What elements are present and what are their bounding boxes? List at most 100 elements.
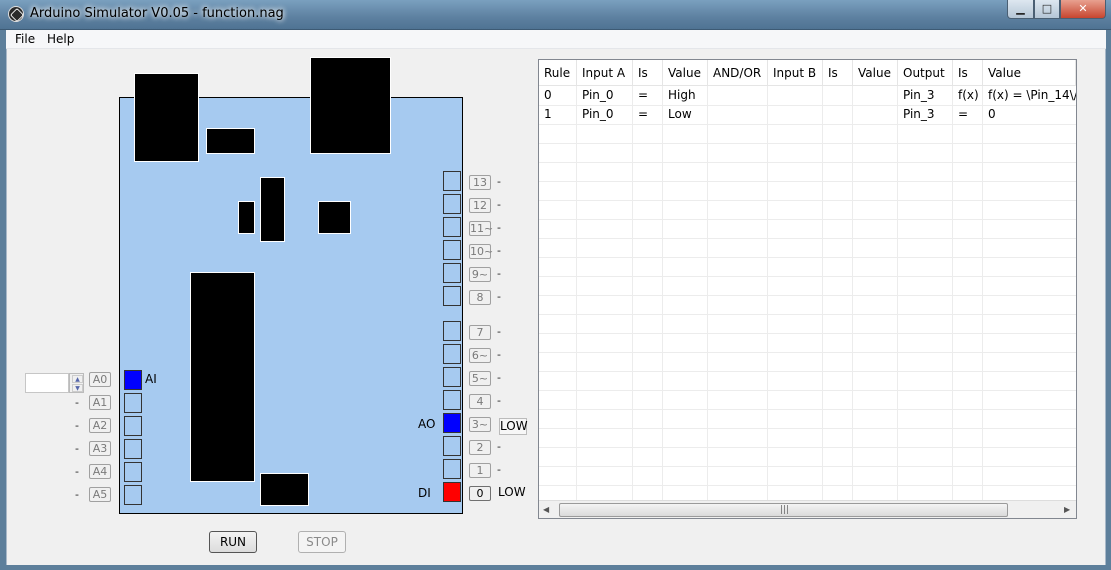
close-button[interactable]: ✕ [1060,0,1106,19]
table-cell[interactable]: = [633,86,663,105]
voltage-regulator [206,128,255,154]
minimize-button[interactable]: ▁ [1007,0,1034,19]
horizontal-scrollbar[interactable]: ◀ ||| ▶ [539,500,1076,518]
title-bar[interactable]: Arduino Simulator V0.05 - function.nag ▁… [0,0,1111,30]
column-header[interactable]: AND/OR [708,60,768,86]
analog-pin-label: A0 [89,372,111,387]
analog-pin-box[interactable] [124,439,142,459]
microcontroller-chip [190,272,255,482]
table-cell[interactable]: Pin_0 [577,86,633,105]
scroll-thumb[interactable]: ||| [559,503,1008,517]
analog-pin-box[interactable] [124,462,142,482]
digital-pin-box[interactable] [443,459,461,479]
grid-row-line [539,200,1076,201]
table-cell[interactable] [823,105,853,124]
table-cell[interactable] [708,86,768,105]
analog-pin-box[interactable] [124,370,142,390]
column-header[interactable]: Input A [577,60,633,86]
stop-button[interactable]: STOP [298,531,346,553]
digital-pin-box[interactable] [443,286,461,306]
analog-pin-label: A4 [89,464,111,479]
table-cell[interactable] [708,105,768,124]
spin-down-icon[interactable]: ▼ [72,384,83,392]
grid-column-line [576,86,577,500]
small-chip [318,201,351,234]
column-header[interactable]: Value [983,60,1076,86]
table-cell[interactable]: Pin_3 [898,105,953,124]
table-cell[interactable]: 1 [539,105,577,124]
table-cell[interactable]: Low [663,105,708,124]
table-cell[interactable]: Pin_0 [577,105,633,124]
di-label: DI [418,486,431,500]
capacitor [238,201,255,234]
digital-pin-label: 5~ [469,371,491,386]
analog-pin-box[interactable] [124,393,142,413]
table-cell[interactable]: 0 [983,105,1076,124]
digital-pin-status: - [497,463,501,476]
menu-file[interactable]: File [11,32,39,48]
digital-pin-box[interactable] [443,344,461,364]
digital-pin-status: - [497,198,501,211]
scroll-right-icon[interactable]: ▶ [1064,505,1070,514]
column-header[interactable]: Is [633,60,663,86]
digital-pin-label: 8 [469,290,491,305]
table-cell[interactable] [853,86,898,105]
table-cell[interactable]: f(x) [953,86,983,105]
grid-row-line [539,162,1076,163]
table-cell[interactable] [823,86,853,105]
analog-pin-box[interactable] [124,485,142,505]
table-cell[interactable]: Pin_3 [898,86,953,105]
digital-pin-status: - [497,348,501,361]
grid-row-line [539,447,1076,448]
digital-pin-status: - [497,267,501,280]
rules-table[interactable]: 0Pin_0=HighPin_3f(x)f(x) = \Pin_14\/\21P… [538,59,1077,519]
column-header[interactable]: Is [823,60,853,86]
digital-pin-box[interactable] [443,436,461,456]
table-cell[interactable] [768,105,823,124]
digital-pin-label: 4 [469,394,491,409]
column-header[interactable]: Is [953,60,983,86]
digital-pin-status: - [497,290,501,303]
table-cell[interactable] [768,86,823,105]
grid-column-line [707,86,708,500]
digital-pin-box[interactable] [443,413,461,433]
analog-pin-box[interactable] [124,416,142,436]
grid-row-line [539,219,1076,220]
run-button[interactable]: RUN [209,531,257,553]
digital-pin-box[interactable] [443,217,461,237]
menu-help[interactable]: Help [43,32,78,48]
digital-pin-label: 2 [469,440,491,455]
digital-pin-box[interactable] [443,390,461,410]
spin-up-icon[interactable]: ▲ [72,375,83,383]
scroll-grip-icon: ||| [780,505,790,515]
maximize-button[interactable]: □ [1034,0,1060,19]
table-cell[interactable]: 0 [539,86,577,105]
ao-value-display: LOW [499,418,528,435]
table-cell[interactable]: = [953,105,983,124]
table-cell[interactable] [853,105,898,124]
digital-pin-box[interactable] [443,240,461,260]
menu-bar [6,30,1106,49]
column-header[interactable]: Rule [539,60,577,86]
grid-row-line [539,124,1076,125]
scroll-left-icon[interactable]: ◀ [543,505,549,514]
table-cell[interactable]: = [633,105,663,124]
grid-row-line [539,409,1076,410]
digital-pin-box[interactable] [443,171,461,191]
table-cell[interactable]: High [663,86,708,105]
digital-pin-box[interactable] [443,321,461,341]
digital-pin-status: - [497,325,501,338]
column-header[interactable]: Value [663,60,708,86]
digital-pin-label[interactable]: 0 [469,486,491,501]
analog-pin-status: - [75,465,79,478]
analog-input-field[interactable] [25,373,69,393]
digital-pin-box[interactable] [443,194,461,214]
analog-input-stepper[interactable]: ▲ ▼ [69,373,84,393]
digital-pin-box[interactable] [443,367,461,387]
column-header[interactable]: Input B [768,60,823,86]
digital-pin-box[interactable] [443,263,461,283]
table-cell[interactable]: f(x) = \Pin_14\/\2 [983,86,1076,105]
digital-pin-box[interactable] [443,482,461,502]
column-header[interactable]: Value [853,60,898,86]
column-header[interactable]: Output [898,60,953,86]
